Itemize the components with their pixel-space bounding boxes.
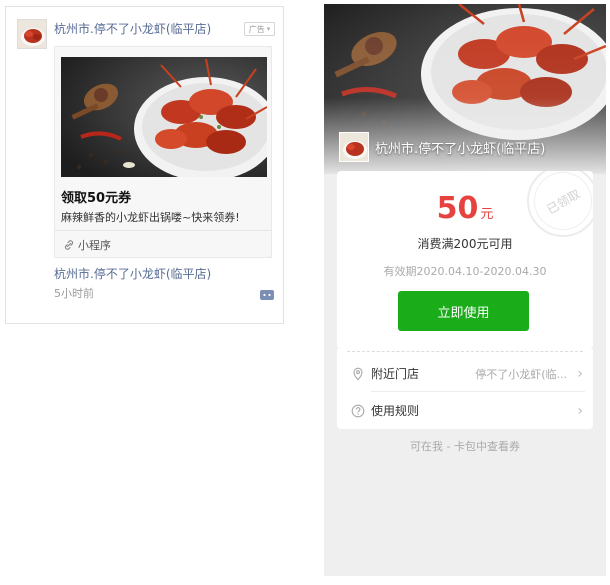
coupon-amount: 50 元 [337, 191, 593, 226]
usage-rules-row[interactable]: 使用规则 › [337, 392, 593, 429]
nearby-store-row[interactable]: 附近门店 停不了小龙虾(临... › [337, 355, 593, 392]
ad-content-box[interactable]: 领取50元券 麻辣鲜香的小龙虾出锅喽~快来领券! 小程序 [54, 46, 272, 258]
mini-program-link-icon [64, 240, 74, 250]
nearby-store-label: 附近门店 [371, 367, 420, 381]
chevron-right-icon: › [577, 365, 583, 382]
help-circle-icon [351, 404, 365, 417]
coupon-options-list: 附近门店 停不了小龙虾(临... › 使用规则 › [337, 355, 593, 429]
card-wallet-link[interactable]: 可在我 - 卡包中查看券 [324, 438, 606, 454]
coupon-page: 杭州市.停不了小龙虾(临平店) 已领取 50 元 消费满200元可用 有效期202… [324, 4, 606, 576]
ad-description: 麻辣鲜香的小龙虾出锅喽~快来领券! [61, 211, 240, 224]
merchant-avatar [339, 132, 369, 162]
ad-divider [55, 230, 271, 231]
crayfish-ad-image [61, 57, 267, 177]
coupon-amount-value: 50 [436, 191, 479, 226]
shop-name-link[interactable]: 杭州市.停不了小龙虾(临平店) [54, 265, 211, 282]
feed-ad-card: 杭州市.停不了小龙虾(临平店) 广告 ▾ 领取50元券 麻辣鲜香的小龙虾出锅喽~… [5, 6, 284, 324]
mini-program-label: 小程序 [78, 239, 111, 252]
coupon-card: 已领取 50 元 消费满200元可用 有效期2020.04.10-2020.04.… [337, 171, 593, 349]
use-now-button[interactable]: 立即使用 [398, 291, 529, 331]
chevron-right-icon: › [577, 402, 583, 419]
coupon-condition: 消费满200元可用 [417, 237, 513, 251]
nearby-store-value: 停不了小龙虾(临... [475, 367, 567, 381]
advertiser-name[interactable]: 杭州市.停不了小龙虾(临平店) [54, 20, 211, 37]
ad-tag-chevron-icon: ▾ [266, 25, 271, 33]
usage-rules-label: 使用规则 [371, 404, 420, 418]
ad-tag-label: 广告 [248, 24, 265, 34]
posted-time: 5小时前 [54, 287, 94, 300]
coupon-amount-unit: 元 [480, 207, 494, 222]
mini-program-link[interactable]: 小程序 [63, 237, 111, 253]
comment-icon[interactable] [260, 290, 274, 302]
ad-tag[interactable]: 广告 ▾ [244, 22, 275, 36]
advertiser-avatar[interactable] [17, 19, 47, 49]
ad-title: 领取50元券 [61, 191, 132, 206]
coupon-validity: 有效期2020.04.10-2020.04.30 [383, 265, 547, 278]
merchant-name: 杭州市.停不了小龙虾(临平店) [375, 142, 546, 157]
location-pin-icon [353, 367, 363, 380]
